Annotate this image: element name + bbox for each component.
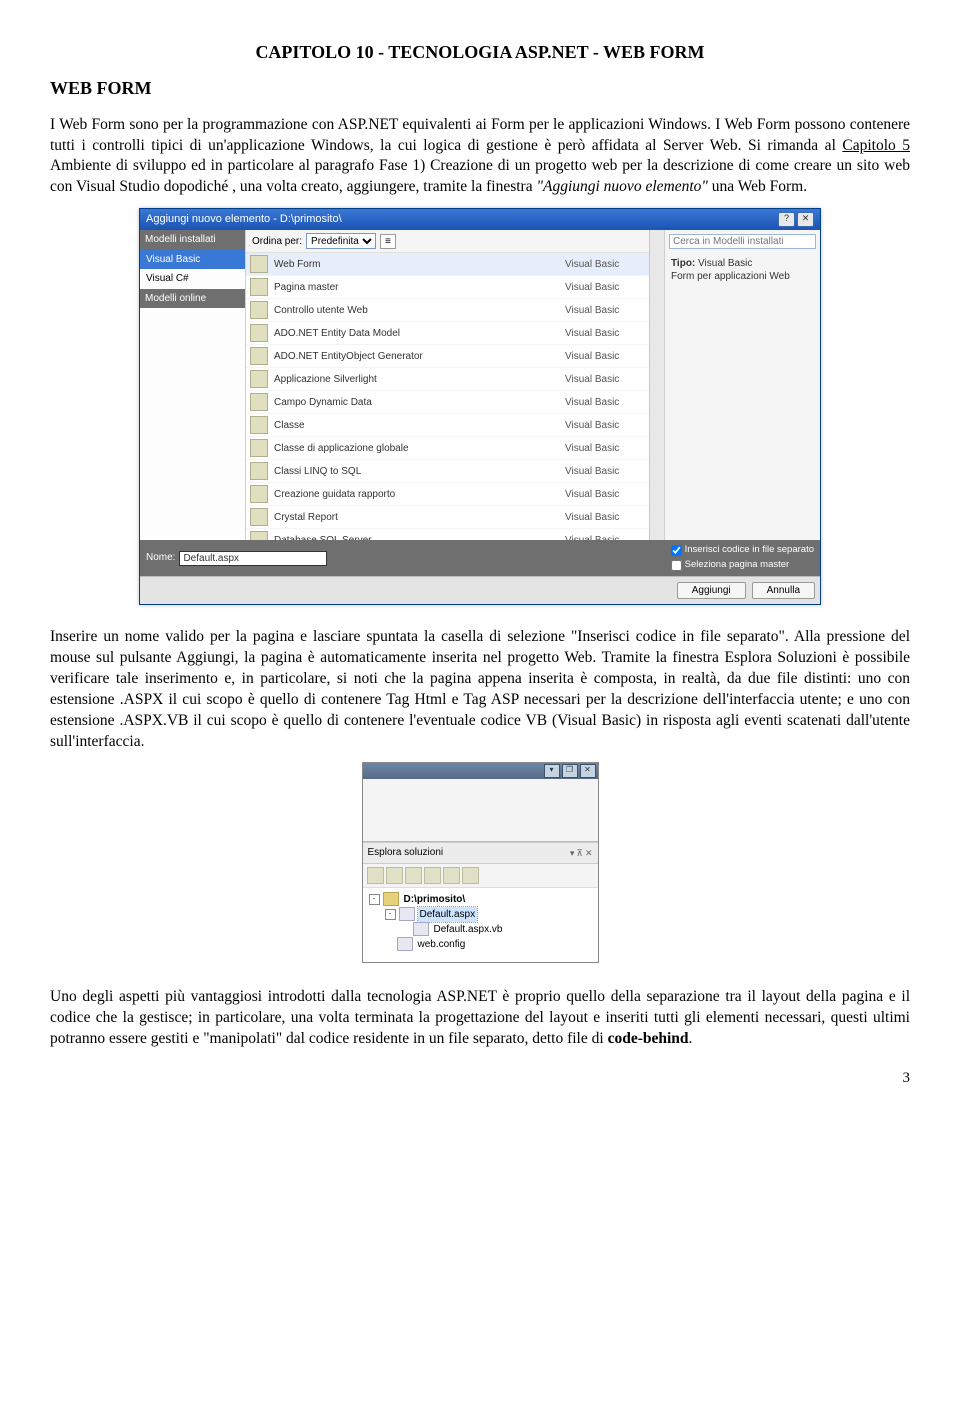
aspx-file-icon <box>399 907 415 921</box>
expander-icon[interactable]: - <box>385 909 396 920</box>
template-row[interactable]: Crystal ReportVisual Basic <box>246 506 649 529</box>
template-row[interactable]: Classi LINQ to SQLVisual Basic <box>246 460 649 483</box>
para3-text-a: Uno degli aspetti più vantaggiosi introd… <box>50 988 910 1047</box>
add-item-dialog: Aggiungi nuovo elemento - D:\primosito\ … <box>139 208 821 605</box>
tree-root-label: D:\primosito\ <box>402 892 468 907</box>
template-icon <box>250 439 268 457</box>
paragraph-1: I Web Form sono per la programmazione co… <box>50 115 910 199</box>
sort-dropdown[interactable]: Predefinita <box>306 233 376 249</box>
template-icon <box>250 324 268 342</box>
tool-icon[interactable] <box>424 867 441 884</box>
sol-top-toolbar: ▾ ❐ ✕ <box>363 763 598 779</box>
template-row[interactable]: ADO.NET Entity Data ModelVisual Basic <box>246 322 649 345</box>
cancel-button[interactable]: Annulla <box>752 582 815 599</box>
tree-root[interactable]: - D:\primosito\ <box>365 892 596 907</box>
close-icon[interactable]: ✕ <box>580 764 596 778</box>
tool-icon[interactable] <box>462 867 479 884</box>
template-row[interactable]: Creazione guidata rapportoVisual Basic <box>246 483 649 506</box>
tool-icon[interactable] <box>386 867 403 884</box>
help-icon[interactable]: ? <box>778 212 795 227</box>
template-row[interactable]: Classe di applicazione globaleVisual Bas… <box>246 437 649 460</box>
chk-master-page[interactable]: Seleziona pagina master <box>671 559 814 572</box>
project-icon <box>383 892 399 906</box>
template-row[interactable]: Pagina masterVisual Basic <box>246 276 649 299</box>
template-icon <box>250 531 268 540</box>
template-row[interactable]: ADO.NET EntityObject GeneratorVisual Bas… <box>246 345 649 368</box>
solution-explorer-panel: ▾ ❐ ✕ Esplora soluzioni ▾ ⊼ ✕ - D:\ <box>362 762 599 963</box>
dialog-center-panel: Ordina per: Predefinita ≡ Web FormVisual… <box>246 230 649 540</box>
template-row[interactable]: Campo Dynamic DataVisual Basic <box>246 391 649 414</box>
template-icon <box>250 462 268 480</box>
type-label: Tipo: <box>671 258 695 269</box>
para1-italic: "Aggiungi nuovo elemento" <box>536 178 707 195</box>
tree-file-label: Default.aspx.vb <box>432 922 505 937</box>
dialog-title-text: Aggiungi nuovo elemento - D:\primosito\ <box>146 212 342 227</box>
template-row[interactable]: Database SQL ServerVisual Basic <box>246 529 649 540</box>
close-panel-icon[interactable]: ✕ <box>585 847 593 859</box>
template-icon <box>250 393 268 411</box>
solution-explorer-title: Esplora soluzioni <box>368 846 444 860</box>
sort-label: Ordina per: <box>252 235 302 249</box>
section-title: WEB FORM <box>50 76 910 100</box>
expander-icon[interactable]: - <box>369 894 380 905</box>
name-input[interactable] <box>179 551 327 566</box>
online-templates-header: Modelli online <box>140 289 245 309</box>
para1-text-a: I Web Form sono per la programmazione co… <box>50 116 910 154</box>
para3-text-b: . <box>689 1030 693 1047</box>
template-icon <box>250 301 268 319</box>
dialog-titlebar: Aggiungi nuovo elemento - D:\primosito\ … <box>140 209 820 230</box>
template-icon <box>250 370 268 388</box>
tree-file-webconfig[interactable]: web.config <box>365 937 596 952</box>
template-icon <box>250 485 268 503</box>
sol-toolbar <box>363 864 598 888</box>
pin-icon[interactable]: ⊼ <box>576 847 583 859</box>
paragraph-2: Inserire un nome valido per la pagina e … <box>50 627 910 753</box>
close-icon[interactable]: ✕ <box>797 212 814 227</box>
config-file-icon <box>397 937 413 951</box>
search-input[interactable] <box>669 234 816 249</box>
page-number: 3 <box>50 1068 910 1088</box>
tree-file-label: Default.aspx <box>418 907 478 922</box>
editor-area-placeholder <box>363 779 598 842</box>
template-icon <box>250 255 268 273</box>
template-row[interactable]: Controllo utente WebVisual Basic <box>246 299 649 322</box>
tree-file-default[interactable]: - Default.aspx <box>365 907 596 922</box>
type-desc: Form per applicazioni Web <box>671 271 790 282</box>
installed-templates-header: Modelli installati <box>140 230 245 250</box>
restore-icon[interactable]: ❐ <box>562 764 578 778</box>
template-icon <box>250 347 268 365</box>
chapter-title: CAPITOLO 10 - TECNOLOGIA ASP.NET - WEB F… <box>50 40 910 64</box>
add-button[interactable]: Aggiungi <box>677 582 746 599</box>
template-row[interactable]: Web FormVisual Basic <box>246 253 649 276</box>
tool-icon[interactable] <box>367 867 384 884</box>
chk-code-file[interactable]: Inserisci codice in file separato <box>671 544 814 557</box>
template-row[interactable]: Applicazione SilverlightVisual Basic <box>246 368 649 391</box>
tree-file-label: web.config <box>416 937 468 952</box>
template-row[interactable]: ClasseVisual Basic <box>246 414 649 437</box>
dialog-right-panel: Tipo: Visual Basic Form per applicazioni… <box>664 230 820 540</box>
window-menu-icon[interactable]: ▾ <box>544 764 560 778</box>
template-list[interactable]: Web FormVisual Basic Pagina masterVisual… <box>246 253 649 540</box>
dropdown-icon[interactable]: ▾ <box>570 847 575 859</box>
tool-icon[interactable] <box>405 867 422 884</box>
paragraph-3: Uno degli aspetti più vantaggiosi introd… <box>50 987 910 1050</box>
dialog-footer: Nome: Inserisci codice in file separato … <box>140 540 820 576</box>
template-icon <box>250 416 268 434</box>
template-icon <box>250 278 268 296</box>
sort-asc-icon[interactable]: ≡ <box>380 234 396 250</box>
vb-file-icon <box>413 922 429 936</box>
left-item-cs[interactable]: Visual C# <box>140 269 245 289</box>
tool-icon[interactable] <box>443 867 460 884</box>
type-value: Visual Basic <box>698 258 752 269</box>
template-icon <box>250 508 268 526</box>
para1-link: Capitolo 5 <box>842 137 910 154</box>
name-label: Nome: <box>146 551 175 565</box>
tree-file-codebehind[interactable]: Default.aspx.vb <box>365 922 596 937</box>
dialog-left-panel: Modelli installati Visual Basic Visual C… <box>140 230 246 540</box>
left-item-vb[interactable]: Visual Basic <box>140 250 245 270</box>
para3-bold: code-behind <box>608 1030 689 1047</box>
para1-text-c: una Web Form. <box>708 178 807 195</box>
scrollbar[interactable] <box>649 230 664 540</box>
solution-tree[interactable]: - D:\primosito\ - Default.aspx Default.a… <box>363 888 598 962</box>
